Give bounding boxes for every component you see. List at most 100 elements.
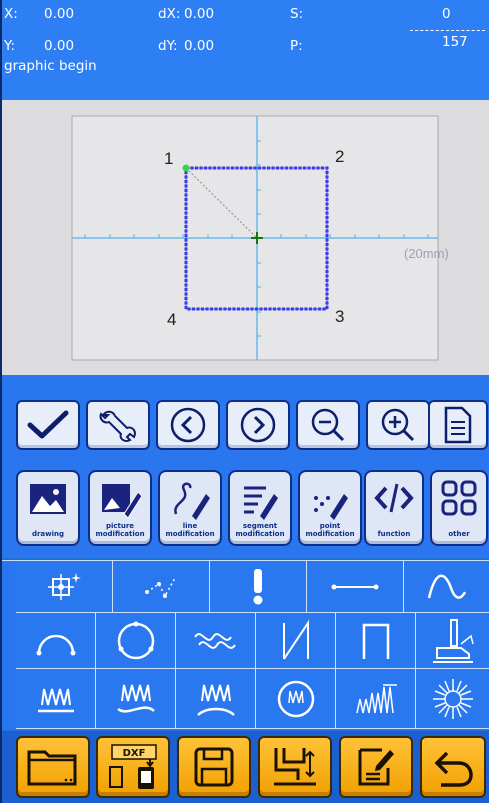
dx-label: dX: (158, 6, 181, 22)
other-label: other (448, 530, 470, 538)
s-label: S: (290, 6, 304, 22)
arc-icon (36, 634, 75, 655)
circle-icon (117, 621, 154, 659)
p-value: 157 (442, 34, 468, 50)
back-button[interactable] (420, 736, 486, 798)
tool-alert[interactable] (210, 561, 307, 613)
function-label: function (377, 530, 411, 538)
line-modification-icon (174, 482, 210, 520)
wave-stitch-icon (193, 632, 236, 649)
target-point-icon (48, 572, 81, 600)
edit-note-button[interactable] (339, 736, 413, 798)
tool-curve[interactable] (404, 561, 489, 613)
function-button[interactable]: function (364, 470, 424, 546)
folder-icon (27, 750, 77, 786)
confirm-button[interactable] (16, 400, 80, 450)
other-button[interactable]: other (430, 470, 488, 546)
point-modification-button[interactable]: point modification (298, 470, 362, 546)
tool-add-point[interactable] (16, 561, 113, 613)
function-code-icon (374, 483, 414, 513)
polyline-points-icon (145, 577, 176, 598)
confirm-check-icon (27, 410, 69, 439)
dx-value: 0.00 (184, 6, 215, 22)
p-label: P: (290, 38, 303, 54)
settings-wrench-icon (99, 410, 136, 442)
step-stitch-icon (355, 683, 397, 713)
zigzag-line-icon (282, 619, 309, 660)
segment-modification-button[interactable]: segment modification (228, 470, 292, 546)
corner-label-2: 2 (335, 147, 344, 166)
picture-modification-label: picture modification (95, 522, 145, 538)
corner-label-1: 1 (164, 149, 173, 168)
corner-label-4: 4 (167, 310, 176, 329)
dxf-import-button[interactable]: DXF (96, 736, 170, 798)
zigzag-stitch-icon (37, 688, 74, 712)
tool-straight-line[interactable] (307, 561, 404, 613)
next-icon (240, 407, 276, 443)
dy-value: 0.00 (184, 38, 215, 54)
tool-zigzag-curve[interactable] (96, 669, 176, 729)
tool-zigzag-circle[interactable] (256, 669, 336, 729)
zigzag-arc-icon (196, 684, 235, 716)
tool-zigzag-line[interactable] (256, 613, 336, 669)
y-value: 0.00 (44, 38, 75, 54)
drawing-icon (30, 484, 66, 514)
open-rectangle-icon (362, 623, 389, 659)
document-button[interactable] (428, 400, 488, 450)
drawing-label: drawing (31, 530, 65, 538)
scale-label: (20mm) (404, 246, 449, 261)
status-panel: X: 0.00 dX: 0.00 S: 0 Y: 0.00 dY: 0.00 P… (2, 0, 489, 100)
exclamation-icon (253, 568, 263, 604)
tool-zigzag-arc[interactable] (176, 669, 256, 729)
previous-button[interactable] (156, 400, 220, 450)
toolbar (2, 400, 489, 450)
sewing-machine-button[interactable] (258, 736, 332, 798)
straight-line-icon (331, 584, 379, 589)
tool-rectangle-path[interactable] (336, 613, 416, 669)
zoom-out-icon (311, 408, 345, 442)
other-grid-icon (441, 480, 477, 516)
open-file-button[interactable] (16, 736, 90, 798)
tool-zigzag-stitch[interactable] (16, 669, 96, 729)
next-button[interactable] (226, 400, 290, 450)
edit-note-icon (358, 748, 394, 786)
drawing-button[interactable]: drawing (16, 470, 80, 546)
zoom-in-icon (381, 408, 415, 442)
x-label: X: (4, 6, 18, 22)
picture-modification-icon (102, 484, 142, 519)
pattern-canvas[interactable]: 1 2 3 4 (20mm) (2, 100, 489, 375)
corner-label-3: 3 (335, 307, 344, 326)
zoom-in-button[interactable] (366, 400, 430, 450)
fraction-divider (410, 30, 485, 31)
tool-zigzag-wave[interactable] (176, 613, 256, 669)
segment-modification-icon (244, 486, 278, 520)
bottom-bar: DXF (2, 731, 489, 803)
tool-polyline[interactable] (113, 561, 210, 613)
document-icon (444, 406, 472, 444)
point-modification-label: point modification (305, 522, 355, 538)
y-label: Y: (4, 38, 16, 54)
previous-icon (170, 407, 206, 443)
presser-foot-icon (433, 618, 474, 663)
tool-presser-foot[interactable] (416, 613, 489, 669)
tool-circle[interactable] (96, 613, 176, 669)
settings-button[interactable] (86, 400, 150, 450)
tool-arc[interactable] (16, 613, 96, 669)
dxf-import-icon: DXF (109, 744, 157, 789)
drawing-tools-grid (2, 560, 489, 730)
curve-icon (427, 574, 467, 599)
line-modification-label: line modification (165, 522, 215, 538)
status-message: graphic begin (4, 58, 97, 74)
dxf-label: DXF (123, 748, 146, 759)
line-modification-button[interactable]: line modification (158, 470, 222, 546)
dy-label: dY: (158, 38, 178, 54)
picture-modification-button[interactable]: picture modification (88, 470, 152, 546)
back-arrow-icon (434, 751, 473, 787)
point-modification-icon (314, 494, 348, 520)
zoom-out-button[interactable] (296, 400, 360, 450)
tool-radial-stitch[interactable] (416, 669, 489, 729)
save-button[interactable] (177, 736, 251, 798)
start-point (182, 164, 190, 172)
segment-modification-label: segment modification (235, 522, 285, 538)
tool-step-stitch[interactable] (336, 669, 416, 729)
